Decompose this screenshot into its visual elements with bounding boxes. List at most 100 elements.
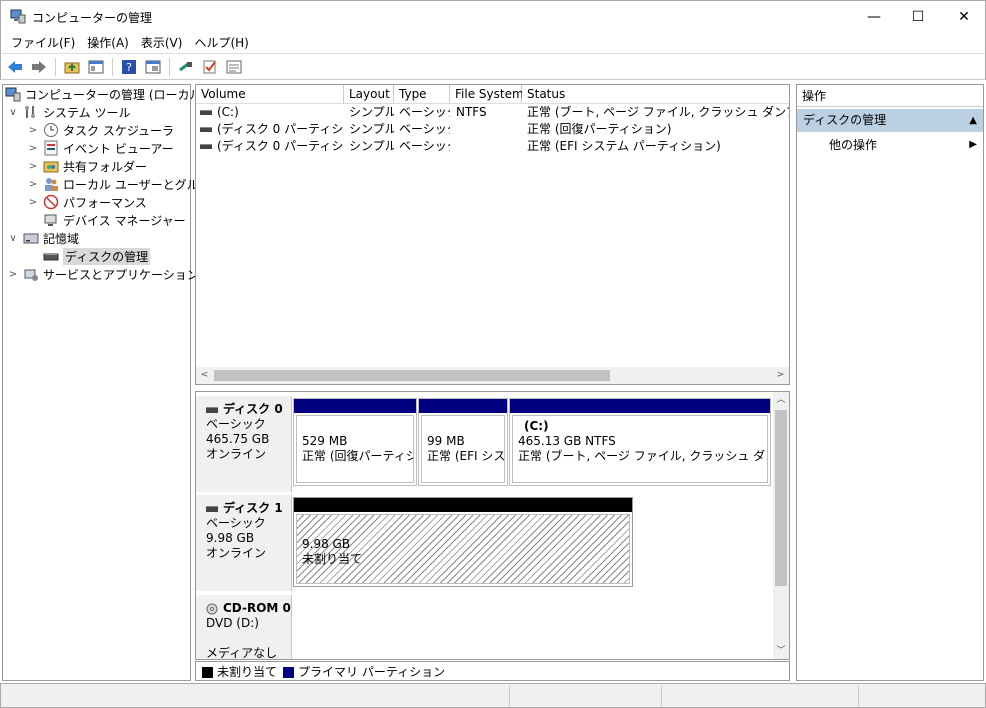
tree-item-system-tools[interactable]: ∨ システム ツール [7, 103, 130, 121]
primary-partition-bar [294, 399, 416, 413]
navigation-tree: コンピューターの管理 (ローカル) ∨ システム ツール > タスク スケジュー… [2, 84, 222, 681]
event-viewer-icon [43, 140, 59, 156]
scroll-down-arrow-icon[interactable]: ﹀ [773, 643, 789, 659]
tree-item-label: 記憶域 [43, 231, 80, 246]
disk-info[interactable]: ディスク 0 ベーシック 465.75 GB オンライン [196, 396, 292, 492]
scrollbar-thumb[interactable] [214, 370, 610, 381]
column-header-status[interactable]: Status [522, 85, 789, 104]
chevron-right-icon[interactable]: > [27, 143, 39, 154]
tree-item-disk-management[interactable]: ディスクの管理 [43, 247, 151, 265]
volume-name: (ディスク 0 パーティション 1) [217, 122, 344, 136]
action-more-actions[interactable]: 他の操作 ▶ [797, 134, 983, 156]
disk-state: オンライン [206, 546, 267, 560]
tree-item-label: サービスとアプリケーション [43, 267, 199, 282]
storage-icon [23, 230, 39, 246]
chevron-right-icon[interactable]: > [27, 197, 39, 208]
volume-name: (ディスク 0 パーティション 2) [217, 139, 344, 153]
disk-map: ディスク 0 ベーシック 465.75 GB オンライン 529 MB 正常 (… [195, 391, 790, 660]
check-button[interactable] [200, 57, 220, 77]
column-header-layout[interactable]: Layout [344, 85, 394, 104]
column-header-type[interactable]: Type [394, 85, 450, 104]
window-title: コンピューターの管理 [32, 11, 153, 25]
chevron-right-icon[interactable]: > [27, 161, 39, 172]
partition-c[interactable]: (C:) 465.13 GB NTFS 正常 (ブート, ページ ファイル, ク… [509, 398, 771, 486]
list-button[interactable] [224, 57, 244, 77]
collapse-up-icon[interactable]: ▲ [969, 109, 977, 132]
menu-action[interactable]: 操作(A) [81, 31, 135, 53]
partition-body: 99 MB 正常 (EFI システム パーティション) [421, 415, 505, 483]
show-hide-tree-button[interactable] [86, 57, 106, 77]
menu-bar: ファイル(F) 操作(A) 表示(V) ヘルプ(H) [0, 31, 986, 53]
show-hide-tree-icon [88, 60, 104, 73]
help-icon: ? [122, 59, 136, 74]
chevron-right-icon[interactable]: > [27, 179, 39, 190]
scrollbar-thumb[interactable] [775, 410, 787, 586]
status-segment [661, 686, 662, 706]
disk-name: CD-ROM 0 [206, 601, 291, 616]
maximize-button[interactable]: ☐ [895, 1, 941, 32]
properties-button[interactable] [143, 57, 163, 77]
disk-name: ディスク 1 [206, 501, 291, 516]
menu-help[interactable]: ヘルプ(H) [188, 31, 254, 53]
tree-item-shared-folders[interactable]: > 共有フォルダー [27, 157, 147, 175]
cd-rom-icon [206, 603, 218, 614]
partition-recovery[interactable]: 529 MB 正常 (回復パーティション) [293, 398, 417, 486]
volume-name: (C:) [217, 105, 239, 119]
tree-item-label: デバイス マネージャー [63, 213, 186, 228]
action-header: 操作 [797, 85, 983, 107]
chevron-down-icon[interactable]: ∨ [7, 233, 19, 244]
minimize-button[interactable]: — [851, 1, 897, 32]
chevron-right-icon[interactable]: > [7, 269, 19, 280]
forward-icon [32, 60, 46, 73]
scroll-right-arrow-icon[interactable]: > [772, 367, 789, 384]
close-button[interactable]: ✕ [941, 1, 986, 32]
action-section-disk-management[interactable]: ディスクの管理 ▲ [797, 109, 983, 132]
volume-icon [200, 144, 212, 149]
tree-item-task-scheduler[interactable]: > タスク スケジューラ [27, 121, 174, 139]
tree-item-device-manager[interactable]: デバイス マネージャー [43, 211, 186, 229]
up-folder-button[interactable] [62, 57, 82, 77]
table-row[interactable]: (ディスク 0 パーティション 1) シンプル ベーシック 正常 (回復パーティ… [196, 121, 789, 138]
tree-item-storage[interactable]: ∨ 記憶域 [7, 229, 79, 247]
performance-icon [43, 194, 59, 210]
disk-info[interactable]: ディスク 1 ベーシック 9.98 GB オンライン [196, 495, 292, 591]
chevron-down-icon[interactable]: ∨ [7, 107, 19, 118]
disk-icon [206, 505, 218, 512]
tree-item-performance[interactable]: > パフォーマンス [27, 193, 147, 211]
partition-body: 9.98 GB 未割り当て [296, 514, 630, 584]
connect-button[interactable] [176, 57, 196, 77]
disk-info[interactable]: CD-ROM 0 DVD (D:) メディアなし [196, 595, 292, 659]
table-row[interactable]: (ディスク 0 パーティション 2) シンプル ベーシック 正常 (EFI シス… [196, 138, 789, 155]
partition-efi[interactable]: 99 MB 正常 (EFI システム パーティション) [418, 398, 508, 486]
volume-cell: (ディスク 0 パーティション 1) [200, 121, 344, 138]
primary-partition-bar [419, 399, 507, 413]
horizontal-scrollbar[interactable]: < > [196, 367, 789, 384]
column-header-file-system[interactable]: File System [450, 85, 524, 104]
primary-partition-swatch [283, 666, 295, 678]
chevron-right-icon[interactable]: > [27, 125, 39, 136]
tree-item-services-applications[interactable]: > サービスとアプリケーション [7, 265, 199, 283]
back-button[interactable] [5, 57, 25, 77]
vertical-scrollbar[interactable]: ︿ ﹀ [773, 392, 789, 659]
partition-unallocated[interactable]: 9.98 GB 未割り当て [293, 497, 633, 587]
scroll-left-arrow-icon[interactable]: < [196, 367, 213, 384]
legend-item: プライマリ パーティション [283, 663, 445, 680]
tree-item-label: タスク スケジューラ [63, 123, 174, 138]
column-header-volume[interactable]: Volume [196, 85, 344, 104]
tree-item-computer-management[interactable]: コンピューターの管理 (ローカル) [5, 85, 206, 103]
tree-item-local-users-groups[interactable]: > ローカル ユーザーとグループ [27, 175, 222, 193]
disk-row: CD-ROM 0 DVD (D:) メディアなし [196, 595, 775, 659]
legend-item: 未割り当て [202, 663, 277, 680]
forward-button[interactable] [29, 57, 49, 77]
minimize-icon: — [867, 8, 881, 25]
action-item-label: 他の操作 [829, 138, 878, 152]
menu-view[interactable]: 表示(V) [135, 31, 189, 53]
partition-body: 529 MB 正常 (回復パーティション) [296, 415, 414, 483]
help-button[interactable]: ? [119, 57, 139, 77]
scroll-up-arrow-icon[interactable]: ︿ [773, 392, 789, 408]
menu-file[interactable]: ファイル(F) [5, 31, 81, 53]
volume-list: Volume Layout Type File System Status (C… [195, 84, 790, 385]
tree-item-event-viewer[interactable]: > イベント ビューアー [27, 139, 174, 157]
tree-item-label: イベント ビューアー [63, 141, 174, 156]
table-row[interactable]: (C:) シンプル ベーシック NTFS 正常 (ブート, ページ ファイル, … [196, 104, 789, 121]
